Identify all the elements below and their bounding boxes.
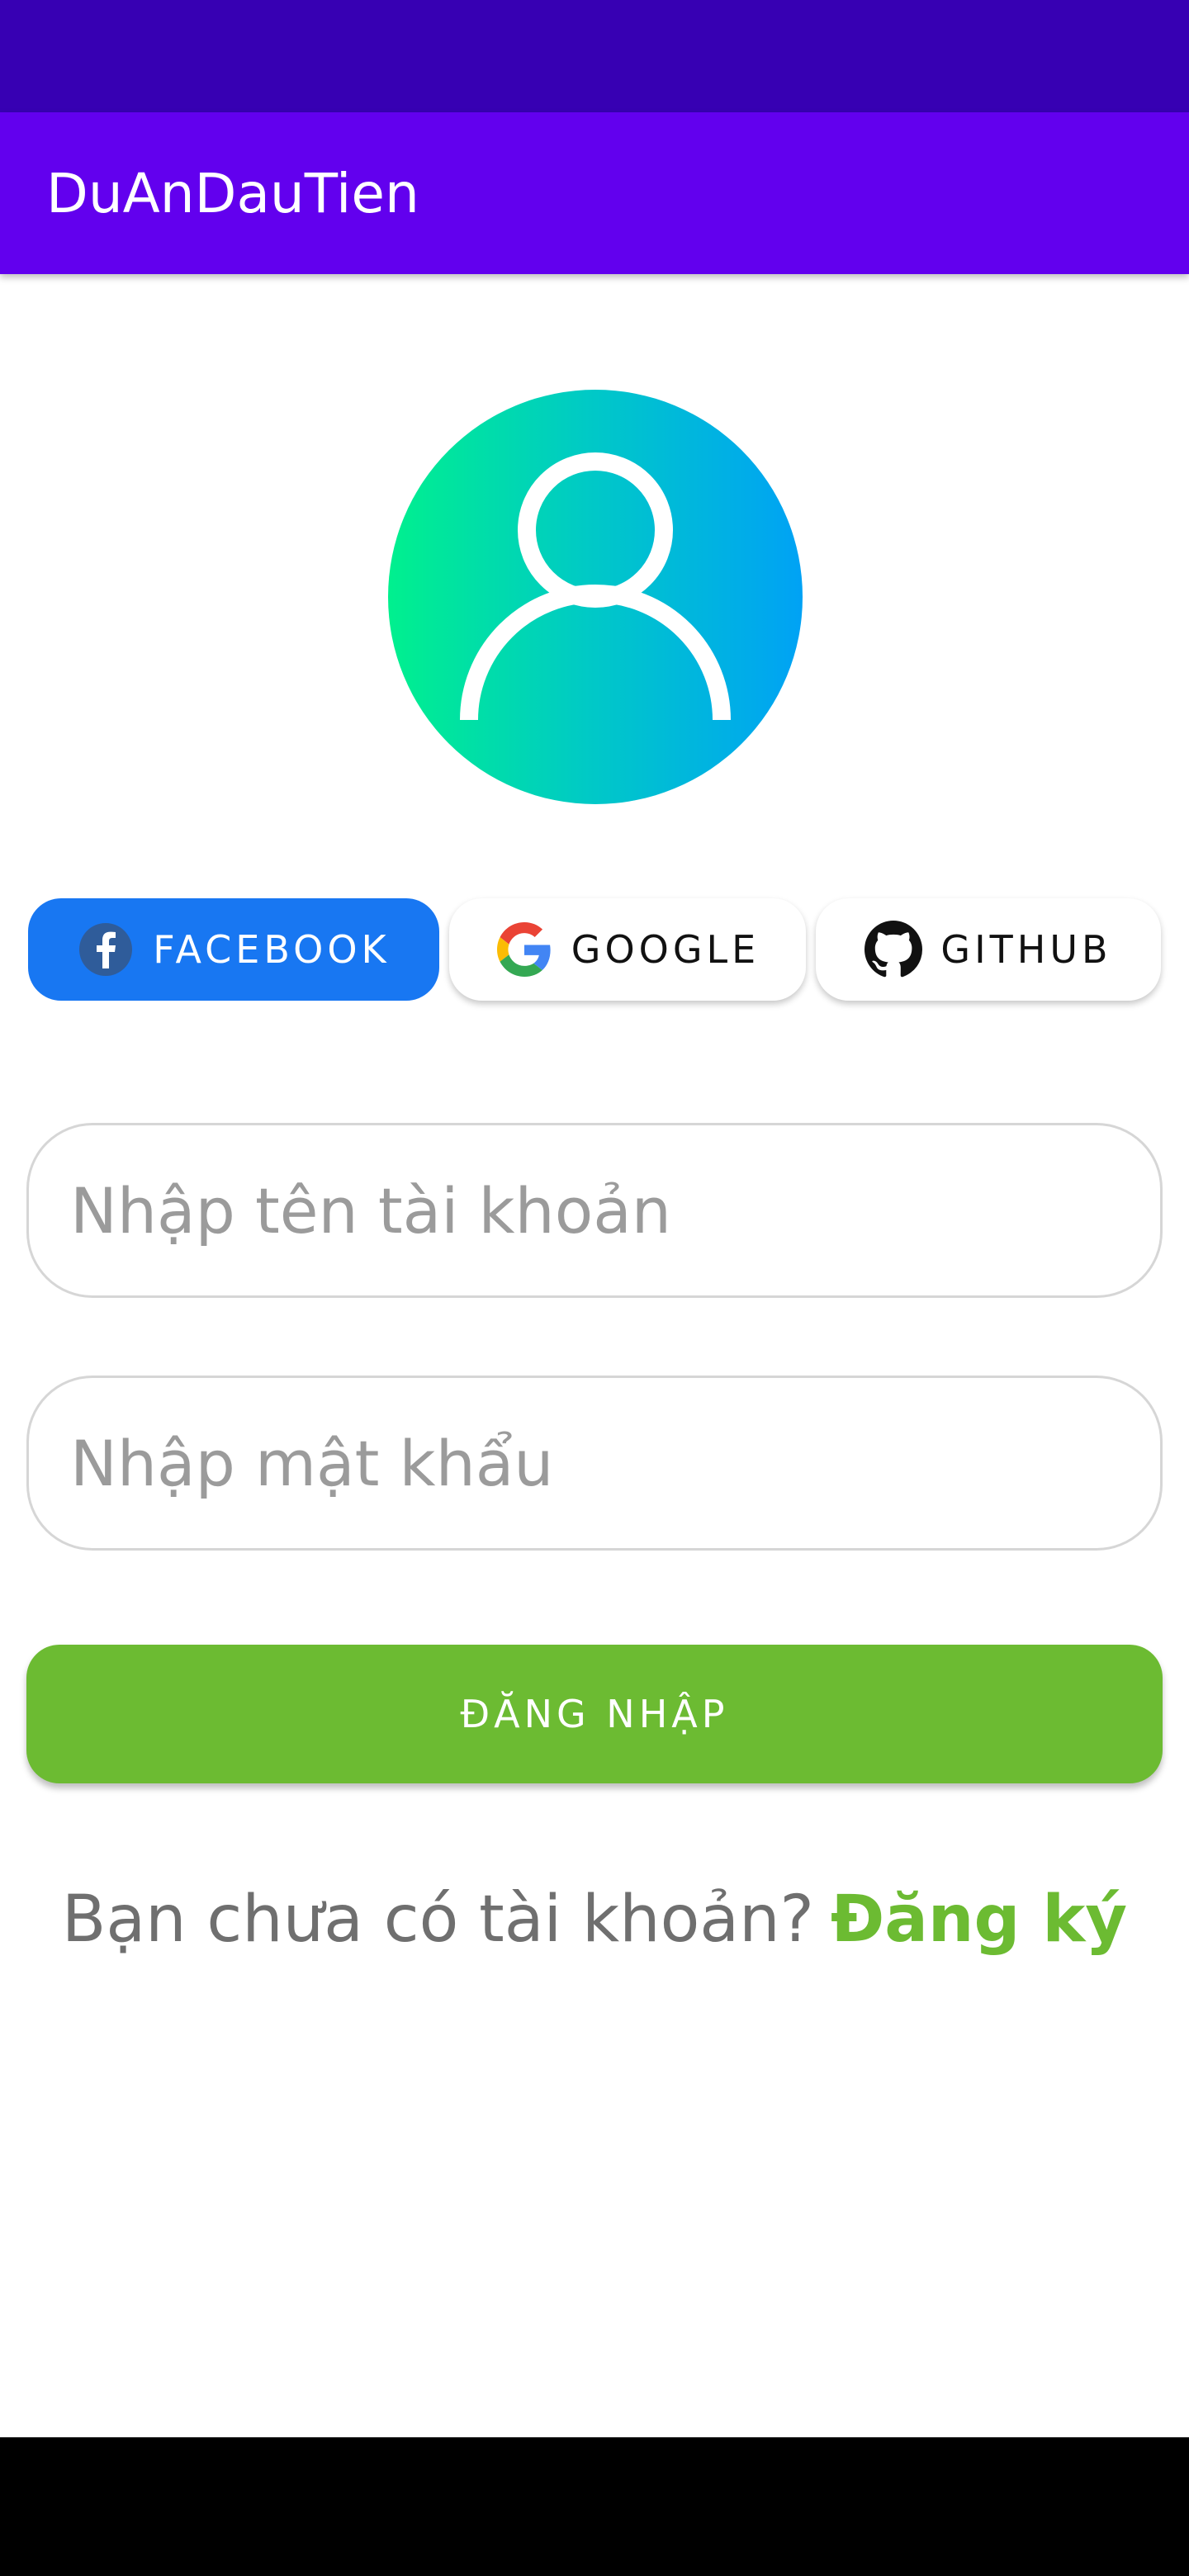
google-icon [495,921,553,978]
app-title: DuAnDauTien [46,162,419,225]
avatar-person-glyph [460,452,731,721]
login-button-label: ĐĂNG NHẬP [460,1692,729,1736]
signup-prompt-line: Bạn chưa có tài khoản? Đăng ký [0,1882,1189,1957]
login-button[interactable]: ĐĂNG NHẬP [26,1645,1163,1783]
github-login-button[interactable]: GITHUB [816,898,1161,1001]
github-label: GITHUB [940,927,1112,972]
facebook-login-button[interactable]: FACEBOOK [28,898,439,1001]
user-avatar-icon [388,390,803,804]
signup-link[interactable]: Đăng ký [831,1882,1127,1957]
password-input[interactable] [26,1376,1163,1551]
status-bar [0,0,1189,112]
username-input[interactable] [26,1123,1163,1298]
google-login-button[interactable]: GOOGLE [449,898,806,1001]
google-label: GOOGLE [571,927,760,972]
facebook-icon [77,921,135,978]
app-bar: DuAnDauTien [0,112,1189,274]
github-icon [865,921,923,978]
facebook-label: FACEBOOK [153,927,391,972]
system-navigation-bar [0,2437,1189,2576]
signup-prompt-text: Bạn chưa có tài khoản? [61,1882,814,1957]
